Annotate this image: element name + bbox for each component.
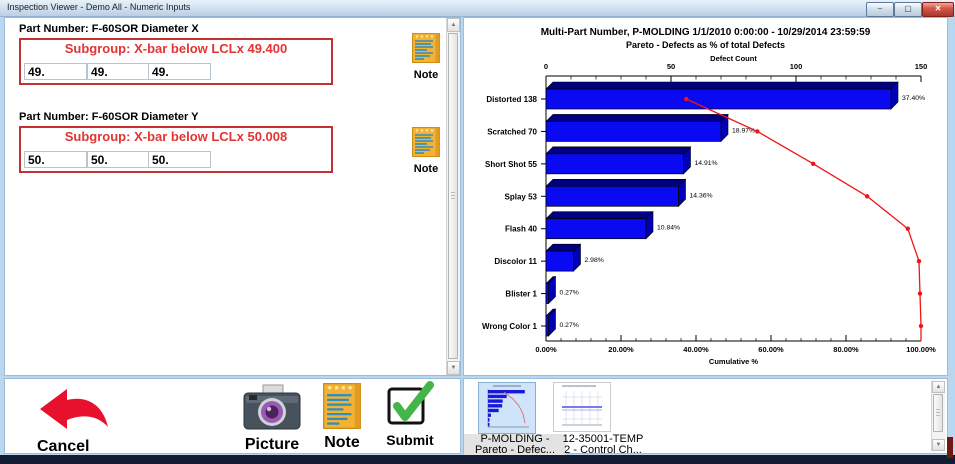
note-icon — [412, 144, 440, 161]
window-bottom-edge — [0, 455, 955, 464]
note-button-label: Note — [408, 163, 444, 175]
app-window: Inspection Viewer - Demo All - Numeric I… — [0, 0, 955, 464]
background-sliver — [947, 437, 953, 458]
window-titlebar: Inspection Viewer - Demo All - Numeric I… — [0, 0, 955, 17]
subgroup-alert-box-y: Subgroup: X-bar below LCLx 50.008 — [19, 126, 333, 173]
svg-text:Wrong Color 1: Wrong Color 1 — [482, 322, 538, 331]
mini-pareto-icon — [479, 383, 535, 433]
cancel-button[interactable]: Cancel — [29, 387, 119, 456]
scrollbar-thumb[interactable] — [933, 394, 943, 432]
svg-text:100: 100 — [790, 62, 803, 71]
maximize-button[interactable]: ▢ — [894, 2, 922, 17]
scroll-down-icon[interactable]: ▼ — [447, 361, 460, 375]
cancel-arrow-icon — [37, 420, 111, 437]
left-panel-scrollbar[interactable]: ▲ ▼ — [446, 18, 460, 375]
note-button-x[interactable]: Note — [408, 33, 444, 81]
minimize-button[interactable]: – — [866, 2, 894, 17]
svg-text:Discolor 11: Discolor 11 — [494, 257, 537, 266]
chart-thumbnails-panel: P-MOLDING - Pareto - Defec... 12-35001-T… — [463, 378, 948, 454]
svg-text:Scratched 70: Scratched 70 — [487, 127, 537, 136]
svg-text:0.00%: 0.00% — [535, 345, 557, 354]
measurement-input-x3[interactable] — [148, 63, 211, 80]
svg-text:14.36%: 14.36% — [690, 192, 713, 199]
note-icon — [412, 50, 440, 67]
close-button[interactable]: ✕ — [922, 2, 954, 17]
svg-text:37.40%: 37.40% — [902, 95, 925, 102]
thumbnail-control-chart-label[interactable]: 12-35001-TEMP 2 - Control Ch... — [544, 434, 662, 456]
thumbnail-control-chart[interactable] — [553, 382, 611, 432]
submit-button[interactable]: Submit — [383, 381, 437, 448]
picture-button[interactable]: Picture — [241, 384, 303, 454]
pareto-chart: 0 50 100 150 Defect Count 0.00% 20.00% 40.00% 60… — [464, 18, 947, 375]
picture-label: Picture — [241, 436, 303, 454]
svg-text:100.00%: 100.00% — [906, 345, 936, 354]
part-number-label-y: Part Number: F-60SOR Diameter Y — [19, 111, 199, 123]
note-button-label: Note — [408, 69, 444, 81]
svg-text:80.00%: 80.00% — [833, 345, 859, 354]
svg-text:Distorted 138: Distorted 138 — [486, 95, 537, 104]
subgroup-alert-box-x: Subgroup: X-bar below LCLx 49.400 — [19, 38, 333, 85]
scroll-up-icon[interactable]: ▲ — [932, 381, 945, 393]
note-icon — [323, 416, 361, 433]
pareto-chart-panel: Multi-Part Number, P-MOLDING 1/1/2010 0:… — [463, 17, 948, 376]
note-label: Note — [319, 434, 365, 452]
part-number-label-x: Part Number: F-60SOR Diameter X — [19, 23, 199, 35]
thumbnails-scrollbar[interactable]: ▲ ▼ — [931, 381, 945, 451]
cancel-label: Cancel — [29, 438, 119, 456]
mini-control-chart-icon — [554, 383, 610, 431]
svg-text:Splay 53: Splay 53 — [505, 192, 538, 201]
subgroup-alert-text-y: Subgroup: X-bar below LCLx 50.008 — [21, 129, 331, 144]
svg-text:60.00%: 60.00% — [758, 345, 784, 354]
window-title: Inspection Viewer - Demo All - Numeric I… — [7, 2, 190, 12]
action-toolbar: Cancel Picture — [4, 378, 461, 454]
measurement-input-y1[interactable] — [24, 151, 87, 168]
scroll-down-icon[interactable]: ▼ — [932, 439, 945, 451]
note-toolbar-button[interactable]: Note — [319, 383, 365, 452]
measurement-input-y2[interactable] — [87, 151, 150, 168]
svg-text:10.84%: 10.84% — [657, 225, 680, 232]
svg-text:50: 50 — [667, 62, 675, 71]
checkmark-icon — [386, 414, 434, 431]
thumbnail-pareto[interactable] — [478, 382, 536, 434]
svg-text:Short Shot 55: Short Shot 55 — [485, 160, 538, 169]
svg-text:14.91%: 14.91% — [695, 160, 718, 167]
note-button-y[interactable]: Note — [408, 127, 444, 175]
svg-text:Blister 1: Blister 1 — [505, 290, 537, 299]
measurement-input-y3[interactable] — [148, 151, 211, 168]
measurement-input-x2[interactable] — [87, 63, 150, 80]
svg-text:20.00%: 20.00% — [608, 345, 634, 354]
svg-text:2.98%: 2.98% — [585, 257, 604, 264]
svg-text:Flash 40: Flash 40 — [505, 225, 538, 234]
svg-text:0: 0 — [544, 62, 548, 71]
svg-text:Cumulative %: Cumulative % — [709, 357, 759, 366]
svg-text:Defect Count: Defect Count — [710, 54, 757, 63]
svg-text:0.27%: 0.27% — [560, 290, 579, 297]
scroll-up-icon[interactable]: ▲ — [447, 18, 460, 32]
svg-text:0.27%: 0.27% — [560, 322, 579, 329]
inputs-panel: Part Number: F-60SOR Diameter X Subgroup… — [4, 17, 461, 376]
camera-icon — [243, 418, 301, 435]
scrollbar-thumb[interactable] — [448, 33, 458, 359]
subgroup-alert-text-x: Subgroup: X-bar below LCLx 49.400 — [21, 41, 331, 56]
measurement-input-x1[interactable] — [24, 63, 87, 80]
svg-text:150: 150 — [915, 62, 928, 71]
submit-label: Submit — [383, 432, 437, 448]
svg-text:40.00%: 40.00% — [683, 345, 709, 354]
